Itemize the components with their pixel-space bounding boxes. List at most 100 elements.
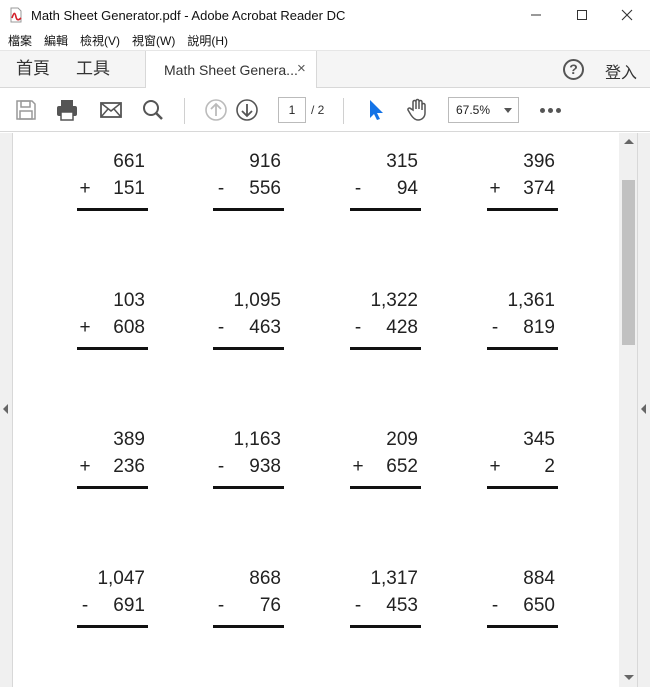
menu-bar: 檔案 編輯 檢視(V) 視窗(W) 說明(H) xyxy=(0,30,650,50)
tab-document-label: Math Sheet Genera... xyxy=(164,62,298,78)
problem-bottom-number: 94 xyxy=(396,178,418,199)
problem-top-number: 103 xyxy=(113,290,145,311)
printer-icon xyxy=(57,100,77,121)
page-number-input[interactable]: 1 xyxy=(278,97,306,123)
toolbar-divider xyxy=(343,98,344,124)
problem-top-number: 389 xyxy=(113,429,145,450)
answer-line xyxy=(487,486,558,489)
signin-button[interactable]: 登入 xyxy=(605,59,637,83)
search-icon xyxy=(143,100,163,120)
scroll-down-icon[interactable] xyxy=(624,675,634,680)
maximize-button[interactable] xyxy=(559,0,605,30)
minimize-button[interactable] xyxy=(513,0,559,30)
menu-help[interactable]: 說明(H) xyxy=(183,32,232,49)
scrollbar-thumb[interactable] xyxy=(622,180,635,345)
problem-top-number: 1,361 xyxy=(507,290,555,311)
problem-top-number: 1,047 xyxy=(97,568,145,589)
math-problem: 1,322- 428 xyxy=(350,290,422,352)
math-problem: 916 - 556 xyxy=(213,151,285,213)
tab-bar: 首頁 工具 Math Sheet Genera... × ? 登入 xyxy=(0,50,650,89)
email-button[interactable] xyxy=(99,98,123,122)
problem-operator: + xyxy=(352,456,364,477)
tab-home[interactable]: 首頁 xyxy=(16,51,50,88)
tab-document[interactable]: Math Sheet Genera... × xyxy=(145,51,317,89)
close-icon xyxy=(621,9,633,21)
problem-bottom-number: 453 xyxy=(386,595,418,616)
close-window-button[interactable] xyxy=(604,0,650,30)
answer-line xyxy=(77,347,148,350)
problem-bottom-number: 76 xyxy=(259,595,281,616)
problem-bottom-number: 652 xyxy=(386,456,418,477)
expand-right-pane-icon[interactable] xyxy=(641,404,646,414)
math-problem: 1,317- 453 xyxy=(350,568,422,630)
answer-line xyxy=(350,347,421,350)
toolbar-divider xyxy=(184,98,185,124)
zoom-select[interactable]: 67.5% xyxy=(448,97,519,123)
maximize-icon xyxy=(577,10,587,20)
math-problem: 661 +151 xyxy=(77,151,149,213)
problem-bottom-number: 650 xyxy=(523,595,555,616)
next-page-button[interactable] xyxy=(235,98,259,122)
problem-operator: - xyxy=(217,317,225,338)
save-button[interactable] xyxy=(14,98,38,122)
math-problem: 868 - 76 xyxy=(213,568,285,630)
problem-bottom-number: 819 xyxy=(523,317,555,338)
hand-icon xyxy=(407,98,426,121)
problem-bottom-number: 463 xyxy=(249,317,281,338)
math-problem: 1,047- 691 xyxy=(77,568,149,630)
hand-tool-button[interactable] xyxy=(405,98,429,122)
previous-page-button[interactable] xyxy=(204,98,228,122)
math-problem: 103 +608 xyxy=(77,290,149,352)
help-button[interactable]: ? xyxy=(563,59,584,80)
problem-bottom-number: 608 xyxy=(113,317,145,338)
answer-line xyxy=(213,486,284,489)
problem-bottom-number: 556 xyxy=(249,178,281,199)
print-button[interactable] xyxy=(55,98,79,122)
tab-tools[interactable]: 工具 xyxy=(76,51,110,88)
window-title: Math Sheet Generator.pdf - Adobe Acrobat… xyxy=(31,7,346,23)
tab-close-button[interactable]: × xyxy=(297,60,306,77)
problem-operator: - xyxy=(81,595,89,616)
answer-line xyxy=(213,208,284,211)
answer-line xyxy=(350,625,421,628)
select-tool-button[interactable] xyxy=(364,98,388,122)
problem-operator: - xyxy=(354,317,362,338)
menu-window[interactable]: 視窗(W) xyxy=(128,32,179,49)
problem-operator: - xyxy=(491,317,499,338)
problem-bottom-number: 236 xyxy=(113,456,145,477)
problem-operator: - xyxy=(217,178,225,199)
answer-line xyxy=(487,347,558,350)
problem-top-number: 868 xyxy=(249,568,281,589)
menu-view[interactable]: 檢視(V) xyxy=(76,32,124,49)
search-button[interactable] xyxy=(141,98,165,122)
problem-top-number: 1,163 xyxy=(233,429,281,450)
answer-line xyxy=(213,625,284,628)
zoom-value: 67.5% xyxy=(456,103,491,117)
page-total: / 2 xyxy=(311,103,325,117)
math-problem: 396 +374 xyxy=(487,151,559,213)
save-icon xyxy=(16,100,36,120)
problem-top-number: 884 xyxy=(523,568,555,589)
envelope-icon xyxy=(100,102,122,118)
arrow-down-circle-icon xyxy=(236,99,258,121)
problem-operator: + xyxy=(79,317,91,338)
menu-edit[interactable]: 編輯 xyxy=(40,32,72,49)
math-problem: 1,095- 463 xyxy=(213,290,285,352)
problem-operator: + xyxy=(79,178,91,199)
problem-top-number: 1,322 xyxy=(370,290,418,311)
scroll-up-icon[interactable] xyxy=(624,139,634,144)
problem-top-number: 916 xyxy=(249,151,281,172)
math-problem: 884 - 650 xyxy=(487,568,559,630)
math-problem: 209 +652 xyxy=(350,429,422,491)
problem-operator: + xyxy=(489,178,501,199)
expand-left-pane-icon[interactable] xyxy=(3,404,8,414)
math-problem: 315 - 94 xyxy=(350,151,422,213)
dot xyxy=(540,108,545,113)
problem-top-number: 661 xyxy=(113,151,145,172)
more-tools-button[interactable] xyxy=(540,108,562,114)
problem-bottom-number: 428 xyxy=(386,317,418,338)
math-problem: 1,163- 938 xyxy=(213,429,285,491)
problem-operator: + xyxy=(79,456,91,477)
answer-line xyxy=(77,486,148,489)
menu-file[interactable]: 檔案 xyxy=(4,32,36,49)
